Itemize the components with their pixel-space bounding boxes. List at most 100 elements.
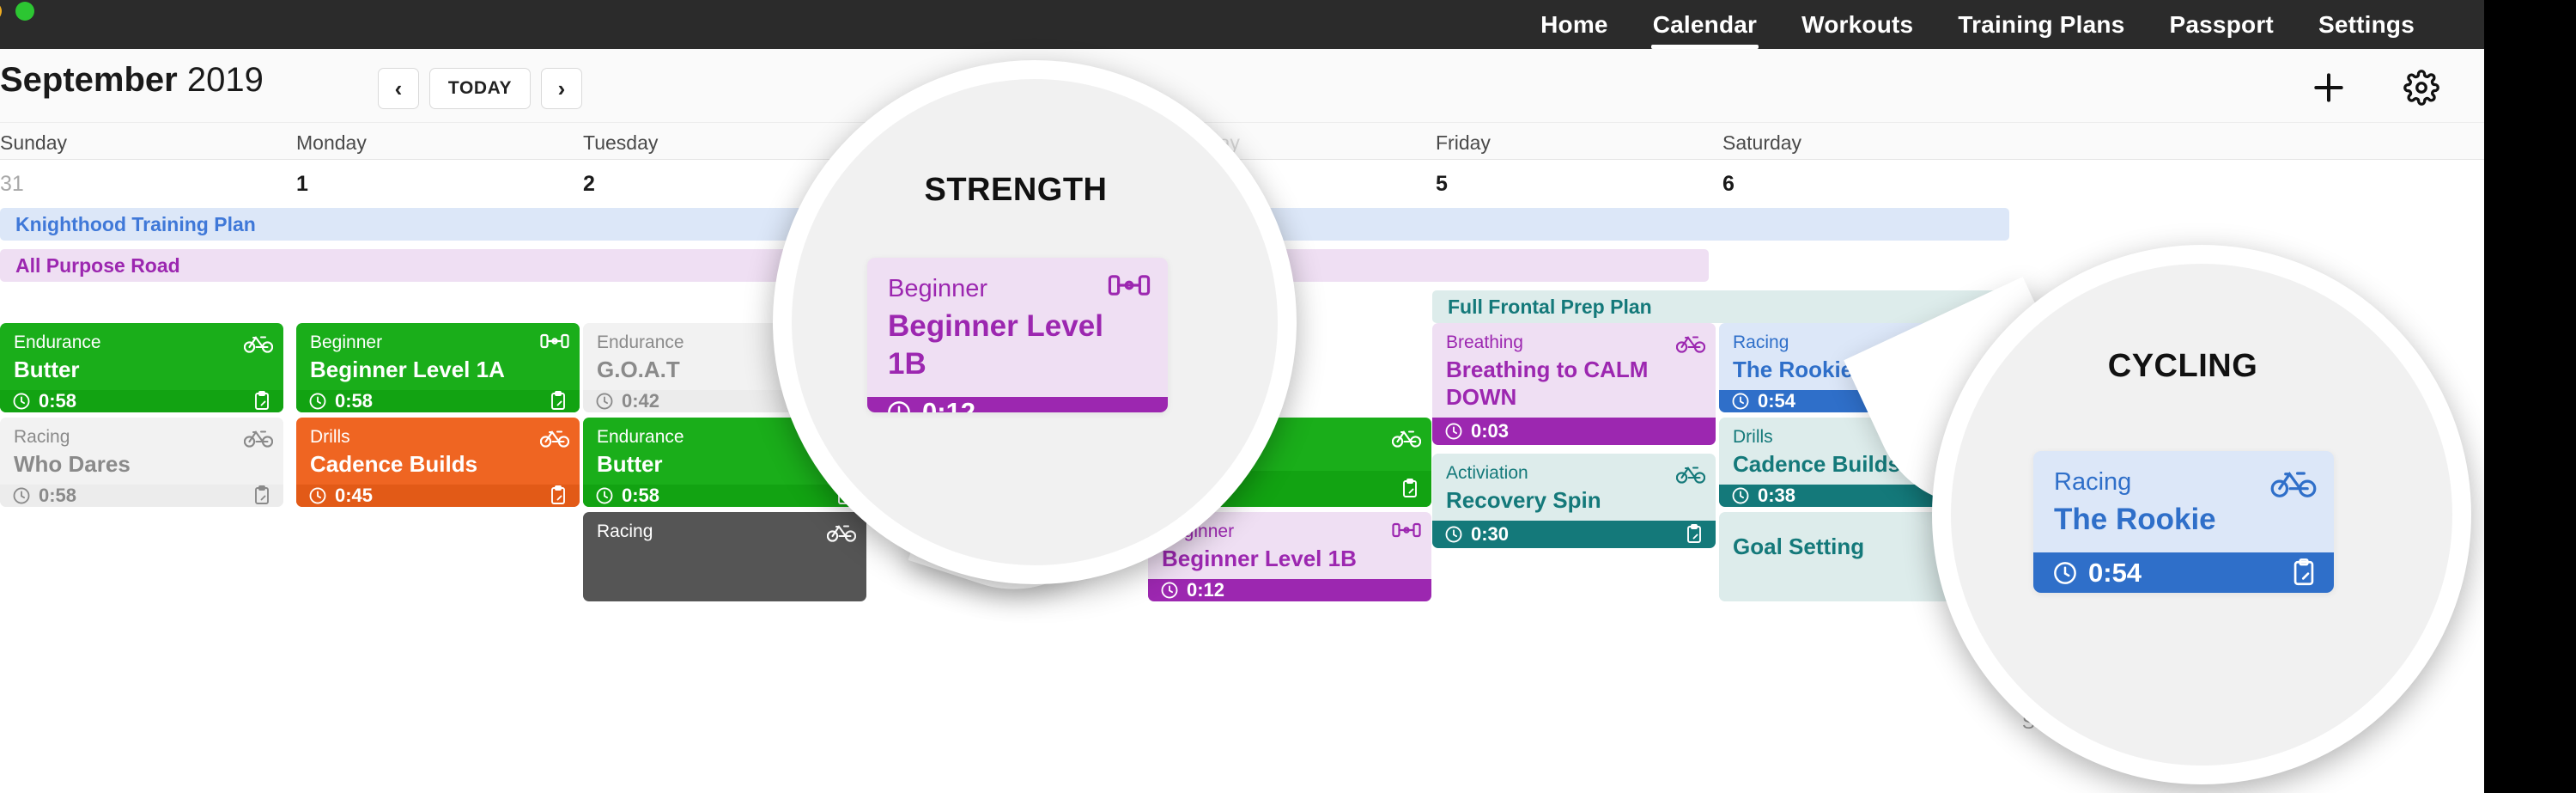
card-category: Beginner [310,332,383,352]
plus-icon[interactable] [2309,68,2348,107]
card-duration-text: 0:03 [1471,420,1510,442]
strength-icon [540,332,569,351]
card-duration: 0:58 [12,390,76,412]
card-category: Racing [14,427,70,447]
workout-card[interactable]: Racing Who Dares 0:58 [0,418,283,507]
card-duration-text: 0:58 [335,390,374,412]
card-duration-text: 0:12 [922,397,976,412]
card-top: Activiation Recovery Spin [1432,454,1716,521]
card-footer: 0:58 [296,390,580,412]
card-footer: 0:45 [296,485,580,507]
card-footer: 0:54 [2033,552,2334,593]
workout-card[interactable]: Breathing Breathing to CALM DOWN 0:03 [1432,323,1716,445]
card-duration: 0:42 [595,390,659,412]
weekday-saturday: Saturday [1722,131,1802,154]
card-duration: 0:58 [12,485,76,507]
daynum-6: 6 [1722,172,1735,196]
card-name: Recovery Spin [1446,487,1601,513]
window-minimize-dot[interactable] [0,2,2,21]
card-duration-text: 0:58 [622,485,660,506]
daynum-31: 31 [0,172,24,196]
next-month-button[interactable]: › [541,68,582,109]
card-category: Drills [310,427,350,447]
month-label: September [0,61,178,99]
workout-card[interactable]: Beginner Beginner Level 1A 0:58 [296,323,580,412]
card-duration: 0:58 [595,485,659,507]
year-label: 2019 [186,61,264,99]
card-duration-text: 0:58 [39,390,77,412]
card-duration-text: 0:58 [39,485,77,506]
card-duration: 0:58 [308,390,373,412]
clipboard-icon[interactable] [549,391,568,412]
weekday-sunday: Sunday [0,131,68,154]
gear-icon[interactable] [2402,68,2441,107]
nav-item-home[interactable]: Home [1518,0,1631,49]
screenshot-root: Home Calendar Workouts Training Plans Pa… [0,0,2576,793]
prev-month-button[interactable]: ‹ [378,68,419,109]
toolbar-icons [2309,68,2441,107]
card-footer: 0:03 [1432,418,1716,445]
card-duration: 0:54 [2052,558,2142,589]
card-duration: 0:12 [886,397,975,412]
card-top: Racing Who Dares [0,418,283,485]
weekday-monday: Monday [296,131,367,154]
nav-item-workouts[interactable]: Workouts [1779,0,1935,49]
card-duration: 0:54 [1731,390,1795,412]
strength-icon [1108,271,1151,299]
magnified-workout-card[interactable]: Racing The Rookie 0:54 [2033,451,2334,593]
cycling-icon [1392,426,1421,448]
workout-card[interactable]: Endurance Butter 0:58 [0,323,283,412]
weekday-friday: Friday [1436,131,1491,154]
strength-icon [1392,521,1421,540]
nav-item-training-plans[interactable]: Training Plans [1935,0,2147,49]
clipboard-icon[interactable] [1685,524,1704,545]
card-name: Beginner Level 1B [888,309,1103,381]
nav-item-passport[interactable]: Passport [2148,0,2296,49]
card-top: Breathing Breathing to CALM DOWN [1432,323,1716,418]
card-footer: 0:58 [0,390,283,412]
cycling-icon [1676,332,1705,354]
card-name: Beginner Level 1A [310,357,505,382]
card-duration-text: 0:38 [1758,485,1796,506]
card-name: Breathing to CALM DOWN [1446,357,1649,410]
clipboard-icon[interactable] [2291,558,2317,588]
main-nav: Home Calendar Workouts Training Plans Pa… [1518,0,2437,49]
clipboard-icon[interactable] [252,485,271,506]
magnifier-title: STRENGTH [924,172,1108,208]
card-category: Activiation [1446,463,1528,483]
cycling-icon [1676,462,1705,485]
card-name: Butter [14,357,80,382]
daynum-1: 1 [296,172,308,196]
daynum-5: 5 [1436,172,1448,196]
cycling-icon [244,426,273,448]
magnified-workout-card[interactable]: Beginner Beginner Level 1B 0:12 [867,258,1168,412]
card-footer: 0:30 [1432,521,1716,548]
card-name: Cadence Builds [310,451,478,477]
clipboard-icon[interactable] [252,391,271,412]
card-duration-text: 0:54 [2088,557,2142,588]
card-name: The Rookie [2054,503,2216,536]
card-top: Drills Cadence Builds [296,418,580,485]
card-top: Racing The Rookie [2033,451,2334,552]
weekday-tuesday: Tuesday [583,131,659,154]
card-top: Beginner Beginner Level 1A [296,323,580,390]
nav-item-settings[interactable]: Settings [2296,0,2437,49]
card-duration: 0:30 [1444,523,1509,546]
clipboard-icon[interactable] [549,485,568,506]
card-duration-text: 0:30 [1471,523,1510,545]
cycling-icon [540,426,569,448]
cycling-icon [244,332,273,354]
nav-item-calendar[interactable]: Calendar [1631,0,1779,49]
calendar-nav-buttons: ‹ TODAY › [378,68,582,109]
card-top: Endurance Butter [0,323,283,390]
workout-card[interactable]: Drills Cadence Builds 0:45 [296,418,580,507]
card-duration: 0:45 [308,485,373,507]
clipboard-icon[interactable] [1400,479,1419,499]
window-zoom-dot[interactable] [15,2,34,21]
card-duration: 0:38 [1731,485,1795,507]
magnifier-cycling: CYCLING Racing The Rookie 0:54 [1844,241,2576,793]
card-category: Endurance [14,332,101,352]
today-button[interactable]: TODAY [429,68,531,109]
workout-card[interactable]: Activiation Recovery Spin 0:30 [1432,454,1716,548]
magnifier-title: CYCLING [2107,348,2258,384]
